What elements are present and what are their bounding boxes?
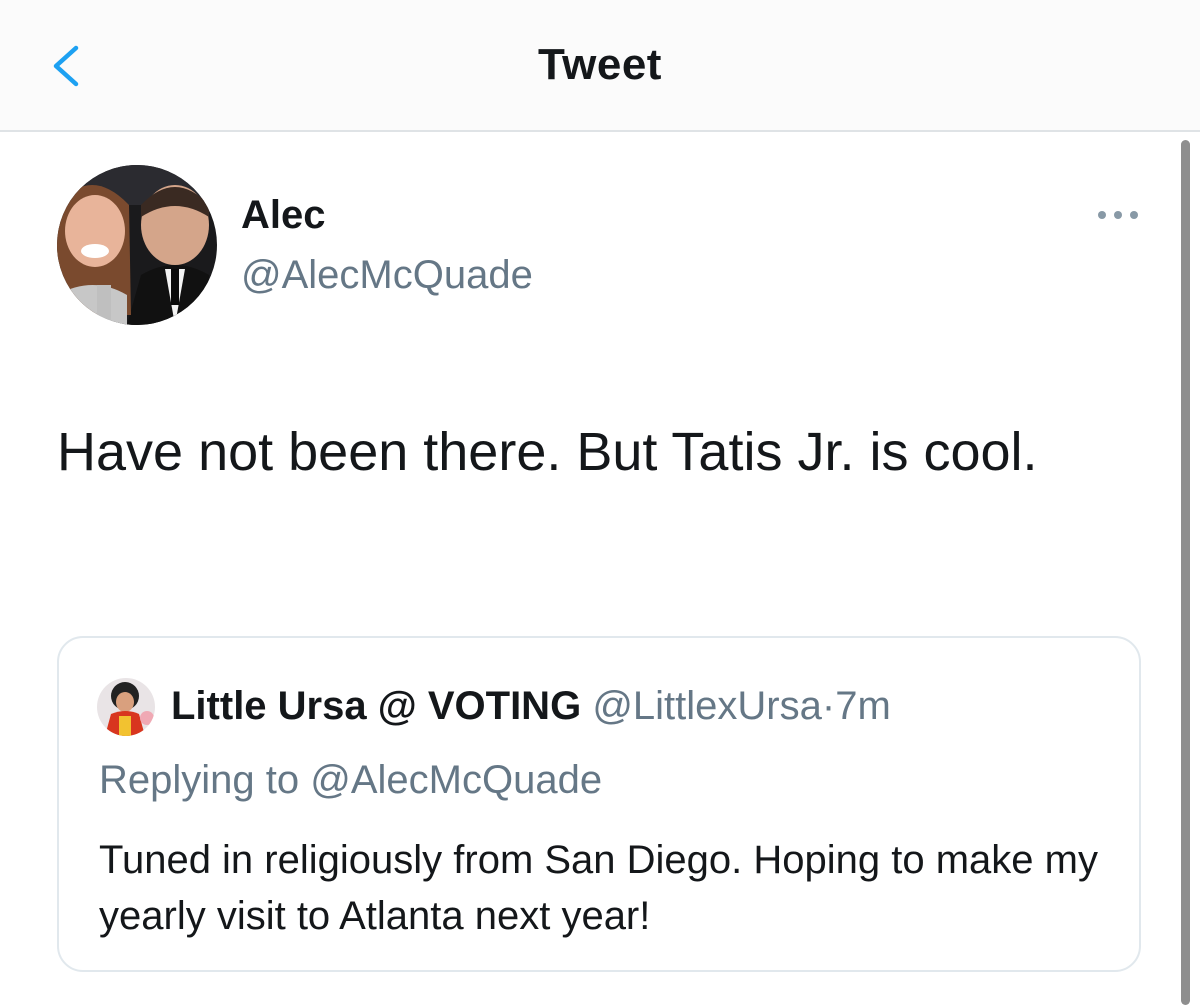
separator-dot: · [821,684,836,728]
quoted-author-avatar[interactable] [97,678,155,736]
author-name[interactable]: Alec [241,193,326,238]
quoted-author-handle[interactable]: @LittlexUrsa [592,684,822,728]
quoted-avatar-photo [97,678,155,736]
author-avatar[interactable] [57,165,217,325]
more-options-button[interactable] [1094,203,1142,227]
replying-to-label: Replying to @AlecMcQuade [99,758,603,802]
quoted-author-name[interactable]: Little Ursa @ VOTING [171,684,581,728]
scrollbar[interactable] [1181,140,1190,1005]
quoted-tweet-header: Little Ursa @ VOTING @LittlexUrsa·7m [171,684,891,729]
tweet-text: Have not been there. But Tatis Jr. is co… [57,422,1038,482]
page-title: Tweet [538,40,662,89]
quoted-tweet-card[interactable]: Little Ursa @ VOTING @LittlexUrsa·7m Rep… [57,636,1141,972]
navigation-header: Tweet [0,0,1200,132]
quoted-tweet-timestamp[interactable]: 7m [835,684,891,728]
more-horizontal-icon [1098,211,1138,219]
quoted-tweet-text: Tuned in religiously from San Diego. Hop… [99,838,1098,938]
avatar-photo [57,165,217,325]
author-handle[interactable]: @AlecMcQuade [241,253,533,298]
